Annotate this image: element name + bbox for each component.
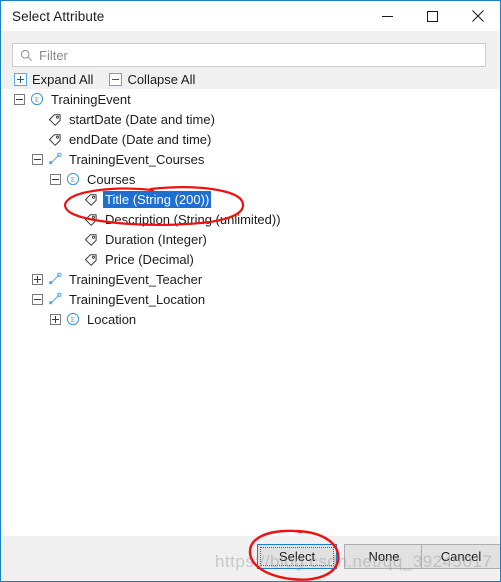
tree-node-label: TrainingEvent_Location xyxy=(69,291,206,307)
collapse-toggle[interactable] xyxy=(14,93,25,105)
tree-node-label: Location xyxy=(87,311,137,327)
dialog-footer: Select None Cancel xyxy=(2,536,500,581)
filter-field[interactable] xyxy=(12,43,486,67)
tree-node-label: TrainingEvent_Teacher xyxy=(69,271,203,287)
tree-node[interactable]: Title (String (200)) xyxy=(2,189,499,209)
cancel-button[interactable]: Cancel xyxy=(421,544,500,569)
expand-toggle[interactable] xyxy=(50,313,61,325)
collapse-toggle[interactable] xyxy=(32,153,43,165)
close-button[interactable] xyxy=(455,1,500,31)
collapse-all-label: Collapse All xyxy=(127,71,196,87)
select-attribute-dialog: Select Attribute Filter Expand All Colla… xyxy=(0,0,501,582)
tree-node[interactable]: E Location xyxy=(2,309,499,329)
close-icon xyxy=(471,10,484,22)
tree-node-label: Duration (Integer) xyxy=(105,231,207,247)
attribute-icon xyxy=(85,234,97,246)
collapse-all-button[interactable]: Collapse All xyxy=(109,72,195,87)
tree-node[interactable]: E TrainingEvent xyxy=(2,89,499,109)
tree-node[interactable]: endDate (Date and time) xyxy=(2,129,499,149)
tree-node-label: Description (String (unlimited)) xyxy=(105,211,281,227)
attribute-icon xyxy=(85,254,97,266)
expand-toggle[interactable] xyxy=(32,273,43,285)
tree-node-label: startDate (Date and time) xyxy=(69,111,215,127)
tree-node-label: Courses xyxy=(87,171,136,187)
minimize-button[interactable] xyxy=(365,1,410,31)
maximize-button[interactable] xyxy=(410,1,455,31)
tree-tools: Expand All Collapse All xyxy=(14,71,211,87)
tree-node-label: Title (String (200)) xyxy=(103,190,212,208)
tree-node[interactable]: Price (Decimal) xyxy=(2,249,499,269)
association-icon xyxy=(49,152,62,165)
tree-node[interactable]: startDate (Date and time) xyxy=(2,109,499,129)
none-button[interactable]: None xyxy=(344,544,424,569)
window-controls xyxy=(365,1,500,31)
minimize-icon xyxy=(382,15,393,17)
svg-text:E: E xyxy=(71,316,75,324)
collapse-toggle[interactable] xyxy=(50,173,61,185)
association-icon xyxy=(49,272,62,285)
tree-node-label: TrainingEvent xyxy=(51,91,131,107)
tree-node-label: Price (Decimal) xyxy=(105,251,194,267)
cancel-button-label: Cancel xyxy=(440,549,482,564)
tree-node-label: TrainingEvent_Courses xyxy=(69,151,205,167)
attribute-icon xyxy=(49,114,61,126)
attribute-icon xyxy=(85,214,97,226)
title-bar: Select Attribute xyxy=(1,1,500,31)
collapse-toggle[interactable] xyxy=(32,293,43,305)
window-title: Select Attribute xyxy=(12,8,105,24)
select-button[interactable]: Select xyxy=(257,544,337,569)
toolbar: Expand All Collapse All xyxy=(2,31,499,89)
entity-icon: E xyxy=(66,172,80,186)
maximize-icon xyxy=(427,10,438,22)
association-icon xyxy=(49,292,62,305)
entity-icon: E xyxy=(66,312,80,326)
expand-all-button[interactable]: Expand All xyxy=(14,72,93,87)
svg-text:E: E xyxy=(35,96,39,104)
select-button-label: Select xyxy=(278,549,316,564)
tree-node[interactable]: Duration (Integer) xyxy=(2,229,499,249)
attribute-icon xyxy=(49,134,61,146)
tree-node[interactable]: TrainingEvent_Teacher xyxy=(2,269,499,289)
entity-icon: E xyxy=(30,92,44,106)
none-button-label: None xyxy=(368,549,400,564)
attribute-tree[interactable]: E TrainingEvent startDate (Date and time) e… xyxy=(2,89,499,536)
tree-node[interactable]: E Courses xyxy=(2,169,499,189)
tree-node[interactable]: Description (String (unlimited)) xyxy=(2,209,499,229)
tree-node[interactable]: TrainingEvent_Courses xyxy=(2,149,499,169)
tree-node[interactable]: TrainingEvent_Location xyxy=(2,289,499,309)
svg-text:E: E xyxy=(71,176,75,184)
tree-node-label: endDate (Date and time) xyxy=(69,131,212,147)
attribute-icon xyxy=(85,194,97,206)
plus-box-icon xyxy=(14,72,27,86)
search-icon xyxy=(20,49,33,61)
minus-box-icon xyxy=(109,72,123,86)
expand-all-label: Expand All xyxy=(32,71,94,87)
filter-input[interactable] xyxy=(39,47,469,63)
